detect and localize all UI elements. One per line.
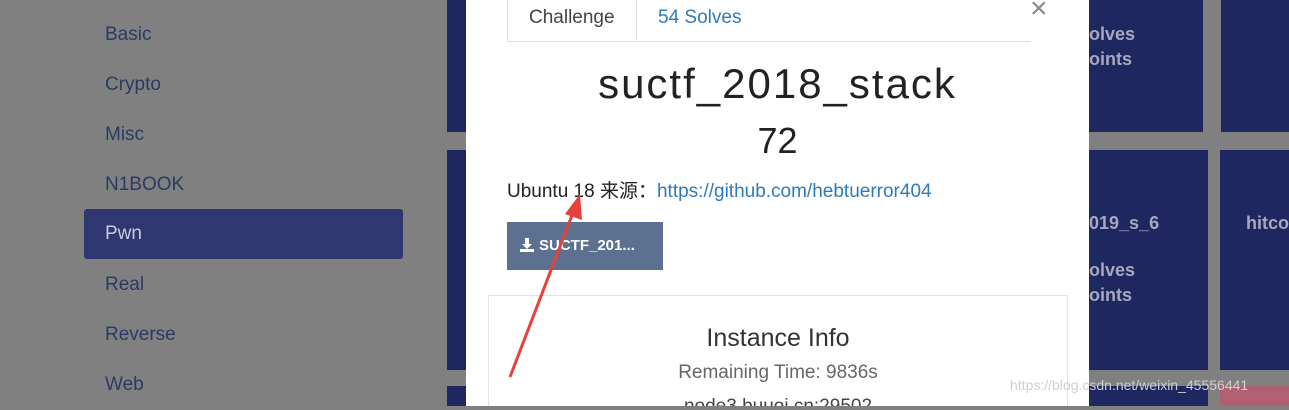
annotation-arrow (508, 194, 582, 378)
watermark-text: https://blog.csdn.net/weixin_45556441 (1010, 377, 1249, 393)
